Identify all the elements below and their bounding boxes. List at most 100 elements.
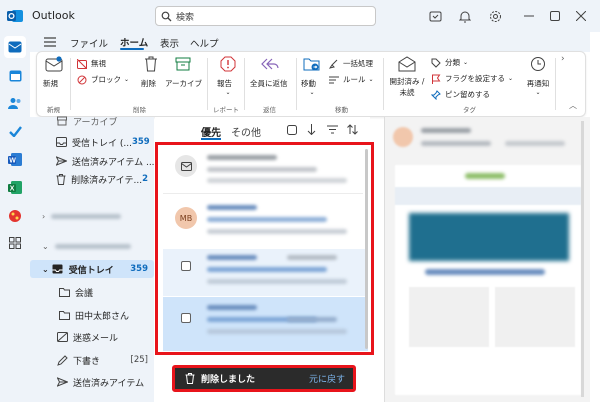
folder-label: 送信済みアイテム <box>73 378 145 389</box>
tab-focused[interactable]: 優先 <box>201 124 221 139</box>
ribbon-more-icon[interactable]: › <box>561 54 565 64</box>
minimize-icon[interactable] <box>522 9 536 23</box>
send-icon <box>56 376 68 388</box>
folder-drafts[interactable]: 下書き [25] <box>30 351 154 369</box>
jump-icon[interactable] <box>307 124 316 135</box>
word-app-icon[interactable]: W <box>4 148 26 170</box>
tab-help[interactable]: ヘルプ <box>190 36 219 50</box>
reply-all-button[interactable]: 全員に返信 <box>250 56 290 89</box>
calendar-app-icon[interactable] <box>4 64 26 86</box>
chevron-down-icon: ⌄ <box>42 264 49 274</box>
account-header-blurred-2[interactable]: ⌄ <box>30 237 154 255</box>
folder-deleted-acct1[interactable]: 削除済みアイテ... 2 <box>30 170 154 188</box>
folder-inbox-acct1[interactable]: 受信トレイ (... 359 <box>30 133 154 151</box>
archive-button[interactable]: アーカイブ <box>165 56 203 89</box>
flag-label: フラグを設定する <box>445 74 505 83</box>
filter-icon[interactable] <box>327 125 338 134</box>
folder-inbox-selected[interactable]: ⌄ 受信トレイ 359 <box>30 260 154 278</box>
ribbon: 新規 新規 無視 ブロック ⌄ 削除 アーカイブ 削除 報告 ⌄ レポート 全員… <box>36 51 586 117</box>
delete-label: 削除 <box>141 79 156 88</box>
account-header-blurred[interactable]: › <box>30 207 154 225</box>
game-app-icon[interactable] <box>4 204 26 226</box>
folder-label: 田中太郎さん <box>75 311 130 322</box>
flag-button[interactable]: フラグを設定する ⌄ <box>431 73 513 84</box>
pin-icon <box>431 89 441 100</box>
tab-file[interactable]: ファイル <box>70 36 108 50</box>
maximize-icon[interactable] <box>548 9 562 23</box>
junk-icon <box>56 331 68 343</box>
select-icon[interactable] <box>287 125 297 135</box>
folder-sent[interactable]: 送信済みアイテム <box>30 373 154 391</box>
new-mail-button[interactable]: 新規 <box>43 56 65 89</box>
mail-app-icon[interactable] <box>4 36 26 58</box>
new-mail-icon <box>43 56 65 72</box>
hamburger-menu-icon[interactable] <box>44 36 56 48</box>
flag-icon <box>431 74 441 84</box>
todo-app-icon[interactable] <box>4 120 26 142</box>
folder-icon <box>58 286 70 298</box>
block-button[interactable]: ブロック ⌄ <box>77 74 129 85</box>
ignore-label: 無視 <box>91 59 106 68</box>
undo-link[interactable]: 元に戻す <box>309 372 345 385</box>
tab-view[interactable]: 表示 <box>160 36 179 50</box>
group-label-report: レポート <box>213 106 239 114</box>
reading-scrollbar[interactable] <box>581 121 584 397</box>
ribbon-collapse-icon[interactable]: ︿ <box>569 100 577 111</box>
people-app-icon[interactable] <box>4 92 26 114</box>
folder-label: アーカイブ <box>73 117 118 128</box>
tab-home[interactable]: ホーム <box>120 35 148 49</box>
reply-all-icon <box>250 56 290 72</box>
folder-archive-partial[interactable]: アーカイブ <box>30 112 154 130</box>
pin-button[interactable]: ピン留めする <box>431 89 490 100</box>
more-apps-icon[interactable] <box>4 232 26 254</box>
block-label: ブロック <box>91 75 121 84</box>
ribbon-tab-bar: ファイル ホーム 表示 ヘルプ <box>30 32 590 52</box>
app-title: Outlook <box>32 9 75 22</box>
svg-text:X: X <box>10 185 15 192</box>
gear-icon[interactable] <box>488 9 502 23</box>
ignore-button[interactable]: 無視 <box>77 58 106 69</box>
tab-other[interactable]: その他 <box>231 124 261 139</box>
archive-label: アーカイブ <box>165 79 203 88</box>
rules-label: ルール <box>343 75 366 84</box>
app-rail: W X <box>0 32 30 402</box>
inbox-icon <box>56 136 67 148</box>
search-box[interactable]: 検索 <box>155 6 376 26</box>
snooze-button[interactable]: 再通知 ⌄ <box>525 56 551 96</box>
bell-icon[interactable] <box>458 9 472 23</box>
svg-text:W: W <box>9 157 16 164</box>
chevron-down-icon: ⌄ <box>368 76 374 83</box>
unread-count: 2 <box>142 174 148 184</box>
rules-icon <box>329 75 339 85</box>
delete-button[interactable]: 削除 <box>141 56 161 89</box>
report-button[interactable]: 報告 ⌄ <box>217 56 239 96</box>
move-button[interactable]: 移動 ⌄ <box>301 56 323 96</box>
report-icon <box>217 56 239 72</box>
toast-message: 削除しました <box>201 375 256 385</box>
sweep-button[interactable]: 一括処理 <box>329 58 373 69</box>
report-label: 報告 <box>217 79 232 88</box>
rules-button[interactable]: ルール ⌄ <box>329 74 374 85</box>
group-label-reply: 返信 <box>263 106 276 114</box>
close-icon[interactable] <box>574 9 588 23</box>
pin-label: ピン留めする <box>445 90 490 99</box>
unread-count: 359 <box>131 137 150 147</box>
envelope-open-icon <box>387 56 427 72</box>
excel-app-icon[interactable]: X <box>4 176 26 198</box>
chevron-right-icon: › <box>42 211 46 221</box>
sweep-icon <box>329 59 339 69</box>
chevron-down-icon: ⌄ <box>225 89 231 96</box>
folder-tanaka[interactable]: 田中太郎さん <box>30 306 154 324</box>
chevron-down-icon: ⌄ <box>463 59 469 66</box>
outlook-logo-icon <box>7 9 23 23</box>
folder-label: 受信トレイ (... <box>72 138 132 149</box>
read-unread-button[interactable]: 開封済み / 未読 <box>387 56 427 98</box>
blurred-account-name <box>51 213 122 219</box>
categorize-button[interactable]: 分類 ⌄ <box>431 57 468 68</box>
folder-sent-acct1[interactable]: 送信済みアイテム ... <box>30 152 155 170</box>
folder-junk[interactable]: 迷惑メール <box>30 328 154 346</box>
folder-meeting[interactable]: 会議 <box>30 283 154 301</box>
todo-icon[interactable] <box>428 9 442 23</box>
sort-icon[interactable] <box>347 124 358 135</box>
group-label-tags: タグ <box>463 106 476 114</box>
